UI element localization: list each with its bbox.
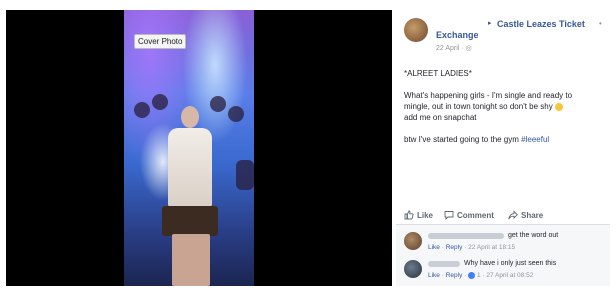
photo-viewer: Cover Photo xyxy=(6,10,392,286)
crowd-figure xyxy=(152,94,168,110)
comment-text: get the word out xyxy=(508,232,559,239)
commenter-avatar[interactable] xyxy=(404,232,422,250)
comment-text: Why have i only just seen this xyxy=(464,260,557,267)
post-date[interactable]: 22 April · xyxy=(436,45,464,52)
share-icon xyxy=(508,210,518,220)
globe-icon: ◎ xyxy=(465,45,472,52)
post-timestamp[interactable]: 22 April · ◎ xyxy=(436,44,472,52)
comment-like-link[interactable]: Like xyxy=(428,244,440,251)
post-text-line: btw I've started going to the gym #leeef… xyxy=(404,134,604,145)
share-label: Share xyxy=(521,210,544,220)
post-text-line: *ALREET LADIES* xyxy=(404,69,472,78)
group-name-link[interactable]: Castle Leazes Ticket xyxy=(497,19,585,29)
comment-meta: Like · Reply · 1 · 27 April at 08:52 xyxy=(428,272,533,279)
person-legs xyxy=(172,234,210,286)
comment-icon xyxy=(444,211,454,220)
share-button[interactable]: Share xyxy=(508,210,543,220)
crowd-figure xyxy=(210,96,226,112)
post-text-line: add me on snapchat xyxy=(404,113,477,122)
like-button[interactable]: Like xyxy=(404,210,433,220)
post-text-span: btw I've started going to the gym xyxy=(404,135,522,144)
smiley-emoji-icon xyxy=(554,102,563,111)
comment-like-link[interactable]: Like xyxy=(428,272,440,279)
comment-time[interactable]: · 22 April at 18:15 xyxy=(462,244,515,251)
post-text-span: mingle, out in town tonight so don't be … xyxy=(404,102,553,111)
comment-label: Comment xyxy=(457,210,494,220)
hashtag-link[interactable]: #leeeful xyxy=(521,135,549,144)
crowd-figure xyxy=(236,160,254,190)
commenter-avatar[interactable] xyxy=(404,260,422,278)
person-shorts xyxy=(162,206,218,236)
comment-button[interactable]: Comment xyxy=(444,210,494,220)
post-panel: ▸ Castle Leazes Ticket • Exchange 22 Apr… xyxy=(396,10,610,286)
arrow-right-icon: ▸ xyxy=(488,20,492,27)
commenter-name-redacted[interactable] xyxy=(428,233,504,239)
comment-time[interactable]: · 27 April at 08:52 xyxy=(482,272,533,279)
comment-reply-link[interactable]: Reply xyxy=(446,244,463,251)
post-text-line: mingle, out in town tonight so don't be … xyxy=(404,101,604,112)
post-photo[interactable] xyxy=(124,10,254,286)
cover-photo-button[interactable]: Cover Photo xyxy=(134,34,187,49)
thumbs-up-icon xyxy=(404,210,414,220)
author-name-link[interactable]: Exchange xyxy=(436,30,479,40)
like-label: Like xyxy=(417,210,434,220)
comment-meta: Like · Reply · 22 April at 18:15 xyxy=(428,244,515,251)
comment-reply-link[interactable]: Reply xyxy=(446,272,463,279)
crowd-figure xyxy=(134,102,150,118)
commenter-name-redacted[interactable] xyxy=(428,261,460,267)
author-avatar[interactable] xyxy=(404,18,428,42)
post-text-line: What's happening girls - I'm single and … xyxy=(404,91,573,100)
person-head xyxy=(181,106,199,128)
person-body xyxy=(168,128,212,208)
crowd-figure xyxy=(228,106,244,122)
more-options-icon[interactable]: • xyxy=(599,19,602,28)
